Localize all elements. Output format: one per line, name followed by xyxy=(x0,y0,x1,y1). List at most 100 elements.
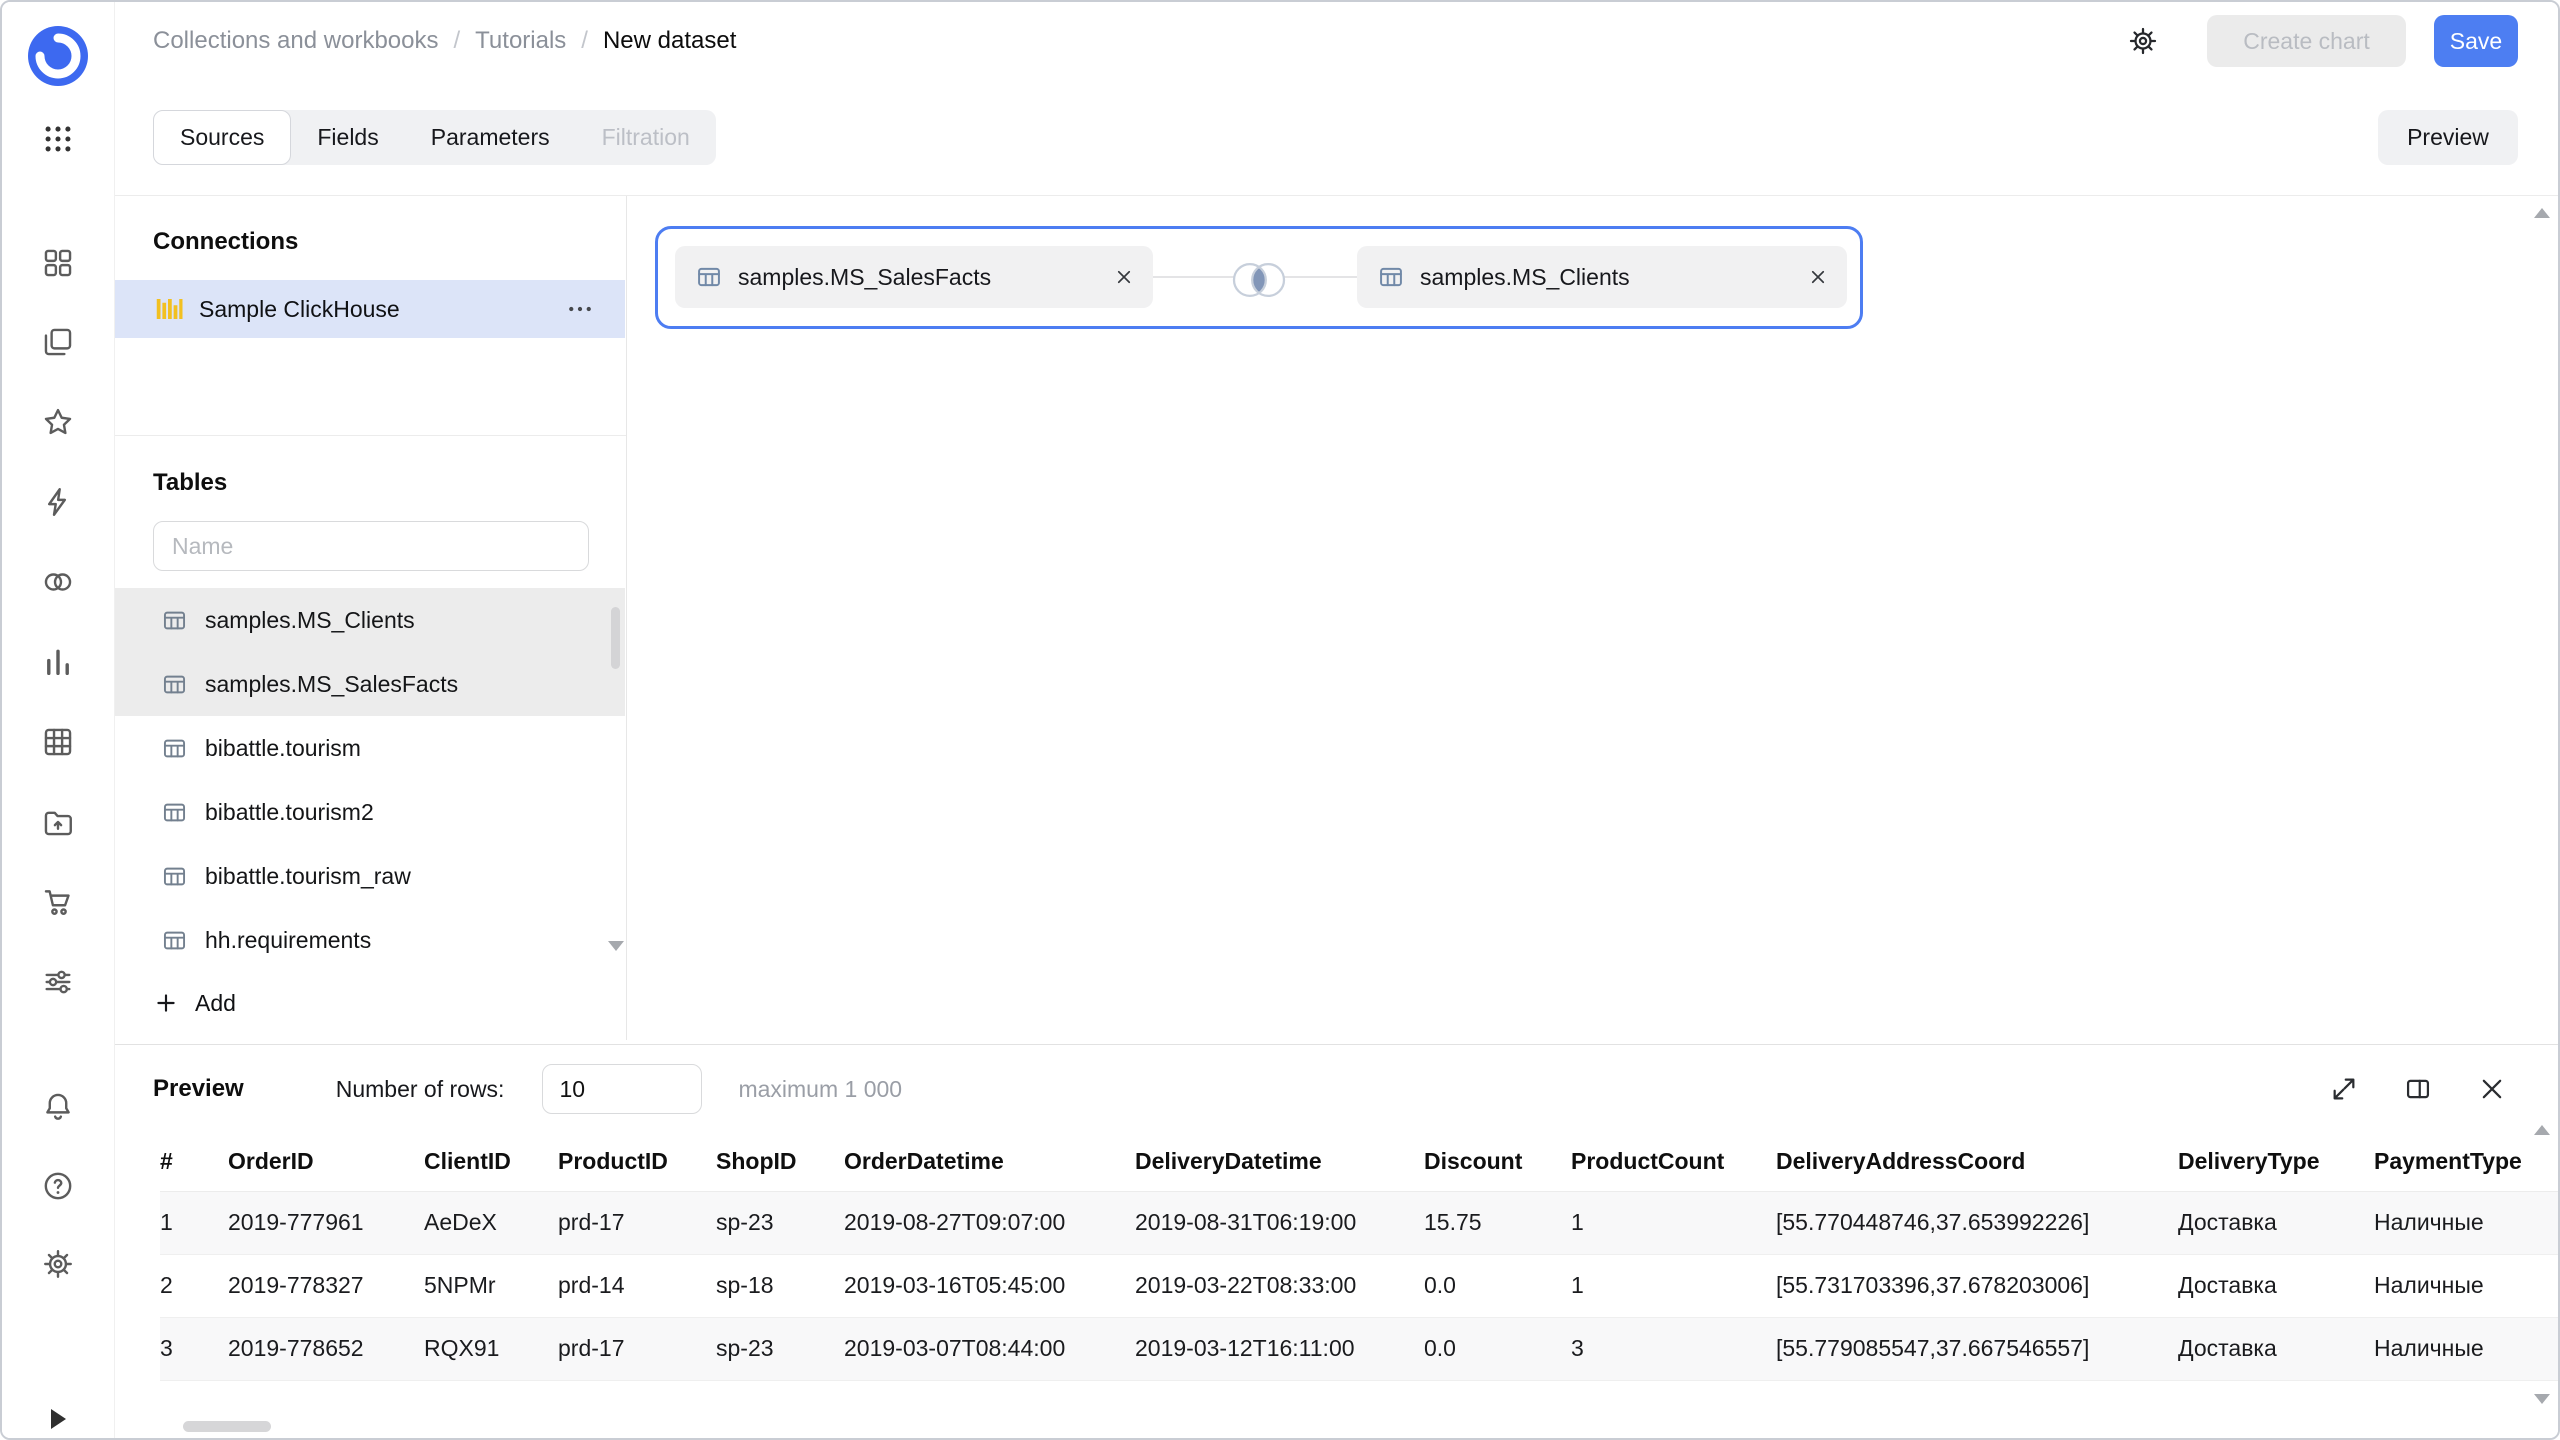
rows-count-input[interactable] xyxy=(542,1064,702,1114)
cell: [55.770448746,37.653992226] xyxy=(1776,1191,2178,1254)
cell: prd-17 xyxy=(558,1317,716,1380)
preview-header-row: # OrderID ClientID ProductID ShopID Orde… xyxy=(160,1133,2558,1191)
marketplace-cart-icon[interactable] xyxy=(36,880,80,924)
storage-upload-icon[interactable] xyxy=(36,800,80,844)
plus-icon xyxy=(153,990,179,1016)
cell: 2 xyxy=(160,1254,228,1317)
cell: 3 xyxy=(1571,1317,1776,1380)
save-button[interactable]: Save xyxy=(2434,15,2518,67)
cell: Наличные xyxy=(2374,1191,2558,1254)
table-name: bibattle.tourism xyxy=(205,735,361,762)
preview-toggle-button[interactable]: Preview xyxy=(2378,110,2518,165)
cell: Доставка xyxy=(2178,1254,2374,1317)
cell: Наличные xyxy=(2374,1254,2558,1317)
join-group: samples.MS_SalesFacts samples.MS_Clients xyxy=(655,226,1863,329)
expand-preview-icon[interactable] xyxy=(2324,1069,2364,1109)
table-icon xyxy=(161,863,188,890)
breadcrumb: Collections and workbooks / Tutorials / … xyxy=(153,27,736,55)
tab-fields[interactable]: Fields xyxy=(291,110,404,165)
apps-grid-icon[interactable] xyxy=(36,117,80,161)
add-table-button[interactable]: Add xyxy=(153,978,236,1028)
settings-gear-icon[interactable] xyxy=(36,1242,80,1286)
cell: prd-14 xyxy=(558,1254,716,1317)
remove-source-icon[interactable] xyxy=(1785,268,1827,286)
column-header: OrderID xyxy=(228,1133,424,1191)
table-list-item[interactable]: bibattle.tourism_raw xyxy=(115,844,625,908)
column-header: ProductCount xyxy=(1571,1133,1776,1191)
source-chip-salesfacts[interactable]: samples.MS_SalesFacts xyxy=(675,246,1153,308)
tables-grid-icon[interactable] xyxy=(36,720,80,764)
dataset-tab-bar: Sources Fields Parameters Filtration Pre… xyxy=(115,80,2558,195)
split-view-icon[interactable] xyxy=(2398,1069,2438,1109)
cell: [55.731703396,37.678203006] xyxy=(1776,1254,2178,1317)
dashboards-icon[interactable] xyxy=(36,241,80,285)
cell: 2019-08-27T09:07:00 xyxy=(844,1191,1135,1254)
panel-divider xyxy=(115,435,626,436)
editor-lightning-icon[interactable] xyxy=(36,480,80,524)
table-icon xyxy=(161,607,188,634)
cell: 2019-778327 xyxy=(228,1254,424,1317)
preview-actions xyxy=(2324,1069,2512,1109)
preview-row: 1 2019-777961 AeDeX prd-17 sp-23 2019-08… xyxy=(160,1191,2558,1254)
cell: 1 xyxy=(1571,1254,1776,1317)
tab-parameters[interactable]: Parameters xyxy=(405,110,576,165)
cell: sp-23 xyxy=(716,1191,844,1254)
tables-list: samples.MS_Clients samples.MS_SalesFacts… xyxy=(115,588,625,972)
cell: 0.0 xyxy=(1424,1317,1571,1380)
canvas-scroll-up-icon[interactable] xyxy=(2534,208,2550,218)
charts-icon[interactable] xyxy=(36,640,80,684)
column-header: # xyxy=(160,1133,228,1191)
preview-row: 3 2019-778652 RQX91 prd-17 sp-23 2019-03… xyxy=(160,1317,2558,1380)
join-type-venn-icon[interactable] xyxy=(1224,255,1294,305)
rows-max-hint: maximum 1 000 xyxy=(738,1076,902,1103)
preview-scroll-up-icon[interactable] xyxy=(2534,1125,2550,1135)
cell: AeDeX xyxy=(424,1191,558,1254)
favorites-star-icon[interactable] xyxy=(36,400,80,444)
cell: sp-18 xyxy=(716,1254,844,1317)
table-list-item[interactable]: bibattle.tourism xyxy=(115,716,625,780)
cell: 2019-03-16T05:45:00 xyxy=(844,1254,1135,1317)
remove-source-icon[interactable] xyxy=(1091,268,1133,286)
help-icon[interactable] xyxy=(36,1164,80,1208)
service-settings-sliders-icon[interactable] xyxy=(36,960,80,1004)
cell: Наличные xyxy=(2374,1317,2558,1380)
sources-side-panel: Connections Sample ClickHouse Tables sam… xyxy=(115,196,627,1040)
tables-list-scroll-down-icon[interactable] xyxy=(608,941,624,951)
cell: 2019-778652 xyxy=(228,1317,424,1380)
clickhouse-icon xyxy=(153,294,183,324)
connection-more-icon[interactable] xyxy=(561,290,599,328)
table-list-item[interactable]: bibattle.tourism2 xyxy=(115,780,625,844)
dataset-settings-gear-icon[interactable] xyxy=(2121,19,2165,63)
close-preview-icon[interactable] xyxy=(2472,1069,2512,1109)
tables-title: Tables xyxy=(153,468,227,498)
breadcrumb-tutorials[interactable]: Tutorials xyxy=(475,27,566,55)
cell: 2019-03-07T08:44:00 xyxy=(844,1317,1135,1380)
column-header: Discount xyxy=(1424,1133,1571,1191)
app-window: Collections and workbooks / Tutorials / … xyxy=(0,0,2560,1440)
collections-icon[interactable] xyxy=(36,320,80,364)
tab-sources[interactable]: Sources xyxy=(153,110,291,165)
tabs-segmented-control: Sources Fields Parameters Filtration xyxy=(153,110,716,165)
breadcrumb-collections[interactable]: Collections and workbooks xyxy=(153,27,438,55)
cell: 2019-777961 xyxy=(228,1191,424,1254)
source-chip-clients[interactable]: samples.MS_Clients xyxy=(1357,246,1847,308)
tables-list-scrollbar[interactable] xyxy=(611,607,620,669)
table-list-item[interactable]: samples.MS_SalesFacts xyxy=(115,652,625,716)
preview-scroll-down-icon[interactable] xyxy=(2534,1394,2550,1404)
table-list-item[interactable]: samples.MS_Clients xyxy=(115,588,625,652)
connection-item-sample-clickhouse[interactable]: Sample ClickHouse xyxy=(115,280,625,338)
datasets-rings-icon[interactable] xyxy=(36,560,80,604)
connection-name: Sample ClickHouse xyxy=(199,296,400,323)
notifications-bell-icon[interactable] xyxy=(36,1084,80,1128)
table-list-item[interactable]: hh.requirements xyxy=(115,908,625,972)
cell: 3 xyxy=(160,1317,228,1380)
breadcrumb-separator: / xyxy=(453,27,460,55)
preview-horizontal-scrollbar[interactable] xyxy=(183,1421,271,1432)
table-name: samples.MS_Clients xyxy=(205,607,415,634)
preview-panel: Preview Number of rows: maximum 1 000 xyxy=(115,1044,2558,1438)
table-search-input[interactable] xyxy=(153,521,589,571)
table-name: samples.MS_SalesFacts xyxy=(205,671,458,698)
datalens-logo[interactable] xyxy=(26,24,90,88)
column-header: ShopID xyxy=(716,1133,844,1191)
expand-sidebar-icon[interactable] xyxy=(36,1397,80,1440)
